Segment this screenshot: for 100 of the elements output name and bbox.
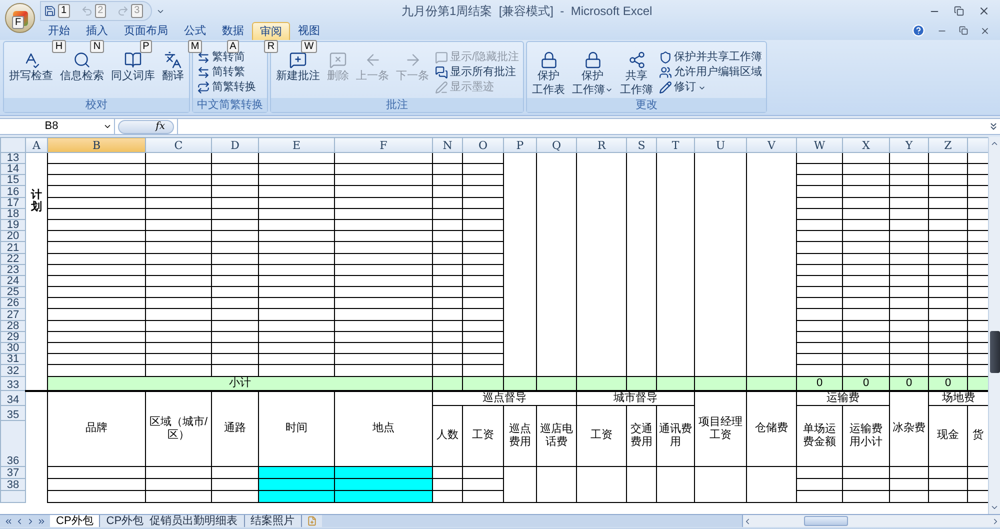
- restore-icon[interactable]: [954, 6, 964, 16]
- column-header[interactable]: F: [334, 138, 432, 152]
- close-icon[interactable]: [980, 26, 990, 36]
- insert-function-button[interactable]: fx: [156, 122, 165, 132]
- table-cell: [796, 253, 842, 264]
- ribbon-tab[interactable]: 视图: [290, 22, 328, 40]
- keytip: F: [12, 16, 24, 29]
- button-label: 信息检索: [60, 69, 104, 83]
- table-cell: [890, 164, 928, 175]
- lock-icon: [540, 51, 558, 69]
- column-header[interactable]: O: [462, 138, 504, 152]
- row-header: 34: [0, 390, 26, 406]
- save-button[interactable]: [43, 3, 57, 19]
- column-header[interactable]: V: [746, 138, 796, 152]
- ribbon-button[interactable]: 显示所有批注: [435, 65, 520, 80]
- table-cell: [928, 466, 968, 478]
- column-header[interactable]: C: [146, 138, 212, 152]
- ribbon-button[interactable]: 保护 工作簿: [569, 51, 616, 97]
- table-cell: [504, 466, 536, 502]
- ribbon-tab[interactable]: 插入: [78, 22, 116, 40]
- column-header[interactable]: D: [212, 138, 258, 152]
- expand-icon[interactable]: [988, 121, 999, 132]
- column-header[interactable]: S: [626, 138, 656, 152]
- close-icon[interactable]: [978, 5, 990, 17]
- table-cell: [890, 152, 928, 164]
- table-cell: [432, 253, 462, 264]
- table-cell: [842, 342, 890, 354]
- ribbon-tab[interactable]: 公式: [176, 22, 214, 40]
- ribbon-tab[interactable]: 开始: [40, 22, 78, 40]
- next-sheet-icon[interactable]: [26, 516, 35, 526]
- table-cell: 0: [928, 376, 968, 391]
- row-header: 32: [0, 364, 26, 376]
- table-cell: [842, 320, 890, 332]
- vertical-scrollbar[interactable]: [988, 137, 1000, 514]
- table-cell: 运输费: [796, 390, 890, 406]
- table-cell: [212, 490, 258, 502]
- dropdown-icon: [103, 122, 112, 131]
- column-header[interactable]: N: [432, 138, 462, 152]
- column-header[interactable]: Y: [890, 138, 928, 152]
- name-box[interactable]: B8: [0, 119, 115, 134]
- ribbon-button[interactable]: 信息检索: [57, 51, 107, 83]
- last-sheet-icon[interactable]: [37, 516, 46, 526]
- ribbon-button[interactable]: 拼写检查: [6, 51, 56, 83]
- scroll-thumb[interactable]: [990, 331, 1000, 373]
- ribbon-button[interactable]: 翻译: [159, 51, 187, 83]
- sheet-tab[interactable]: CP外包: [50, 515, 100, 527]
- ribbon-button[interactable]: 共享 工作簿: [617, 51, 656, 97]
- table-cell: [746, 376, 796, 391]
- table-cell: [432, 242, 462, 253]
- ribbon-button[interactable]: 简繁转换: [197, 80, 256, 95]
- previous-sheet-icon[interactable]: [15, 516, 24, 526]
- ribbon-button[interactable]: 新建批注: [273, 51, 323, 83]
- column-header[interactable]: W: [796, 138, 842, 152]
- column-header[interactable]: Q: [536, 138, 576, 152]
- table-cell: [432, 174, 462, 186]
- row-header: 19: [0, 219, 26, 231]
- sheet-tab[interactable]: CP外包 促销员出勤明细表: [100, 515, 245, 527]
- save-icon: [44, 5, 56, 17]
- ribbon-button[interactable]: 修订: [659, 80, 762, 95]
- ribbon-tab[interactable]: 页面布局: [116, 22, 176, 40]
- table-cell: [146, 152, 212, 164]
- ribbon-button[interactable]: 保护 工作表: [529, 51, 568, 97]
- button-label: 保护 工作簿: [572, 69, 614, 97]
- table-cell: [890, 320, 928, 332]
- sheet-tab[interactable]: 结案照片: [244, 515, 302, 527]
- first-sheet-icon[interactable]: [4, 516, 13, 526]
- ribbon-button[interactable]: 简转繁: [197, 65, 256, 80]
- table-cell: [432, 230, 462, 242]
- ribbon-button[interactable]: 允许用户编辑区域: [659, 65, 762, 80]
- ribbon-tab[interactable]: 审阅: [252, 22, 290, 40]
- column-header[interactable]: R: [576, 138, 626, 152]
- ribbon-button[interactable]: 同义词库: [108, 51, 158, 83]
- button-label: 下一条: [396, 69, 429, 83]
- row-header: 33: [0, 376, 26, 391]
- ribbon-button[interactable]: 保护并共享工作簿: [659, 50, 762, 65]
- column-header[interactable]: Z: [928, 138, 968, 152]
- table-cell: [842, 331, 890, 342]
- row-header: 36: [0, 420, 26, 466]
- subtotal-label: 小计: [229, 376, 251, 389]
- column-header[interactable]: E: [258, 138, 334, 152]
- column-header[interactable]: P: [504, 138, 536, 152]
- table-cell: [432, 364, 462, 376]
- table-cell: [146, 478, 212, 490]
- column-header[interactable]: U: [694, 138, 746, 152]
- column-header[interactable]: X: [842, 138, 890, 152]
- column-header[interactable]: A: [26, 138, 48, 152]
- convert-icon: [197, 66, 210, 79]
- restore-icon[interactable]: [959, 26, 968, 35]
- horizontal-scrollbar[interactable]: [742, 515, 1000, 527]
- row-header: 35: [0, 405, 26, 420]
- table-cell: 单场运费金额: [796, 405, 842, 466]
- ribbon-tab[interactable]: 数据: [214, 22, 252, 40]
- table-cell: [796, 208, 842, 220]
- table-cell: [928, 253, 968, 264]
- scroll-thumb[interactable]: [804, 516, 848, 526]
- row-header: 29: [0, 331, 26, 342]
- help-icon[interactable]: [912, 24, 925, 37]
- table-cell: 项目经理工资: [694, 390, 746, 466]
- column-header[interactable]: B: [48, 138, 146, 152]
- column-header[interactable]: T: [656, 138, 694, 152]
